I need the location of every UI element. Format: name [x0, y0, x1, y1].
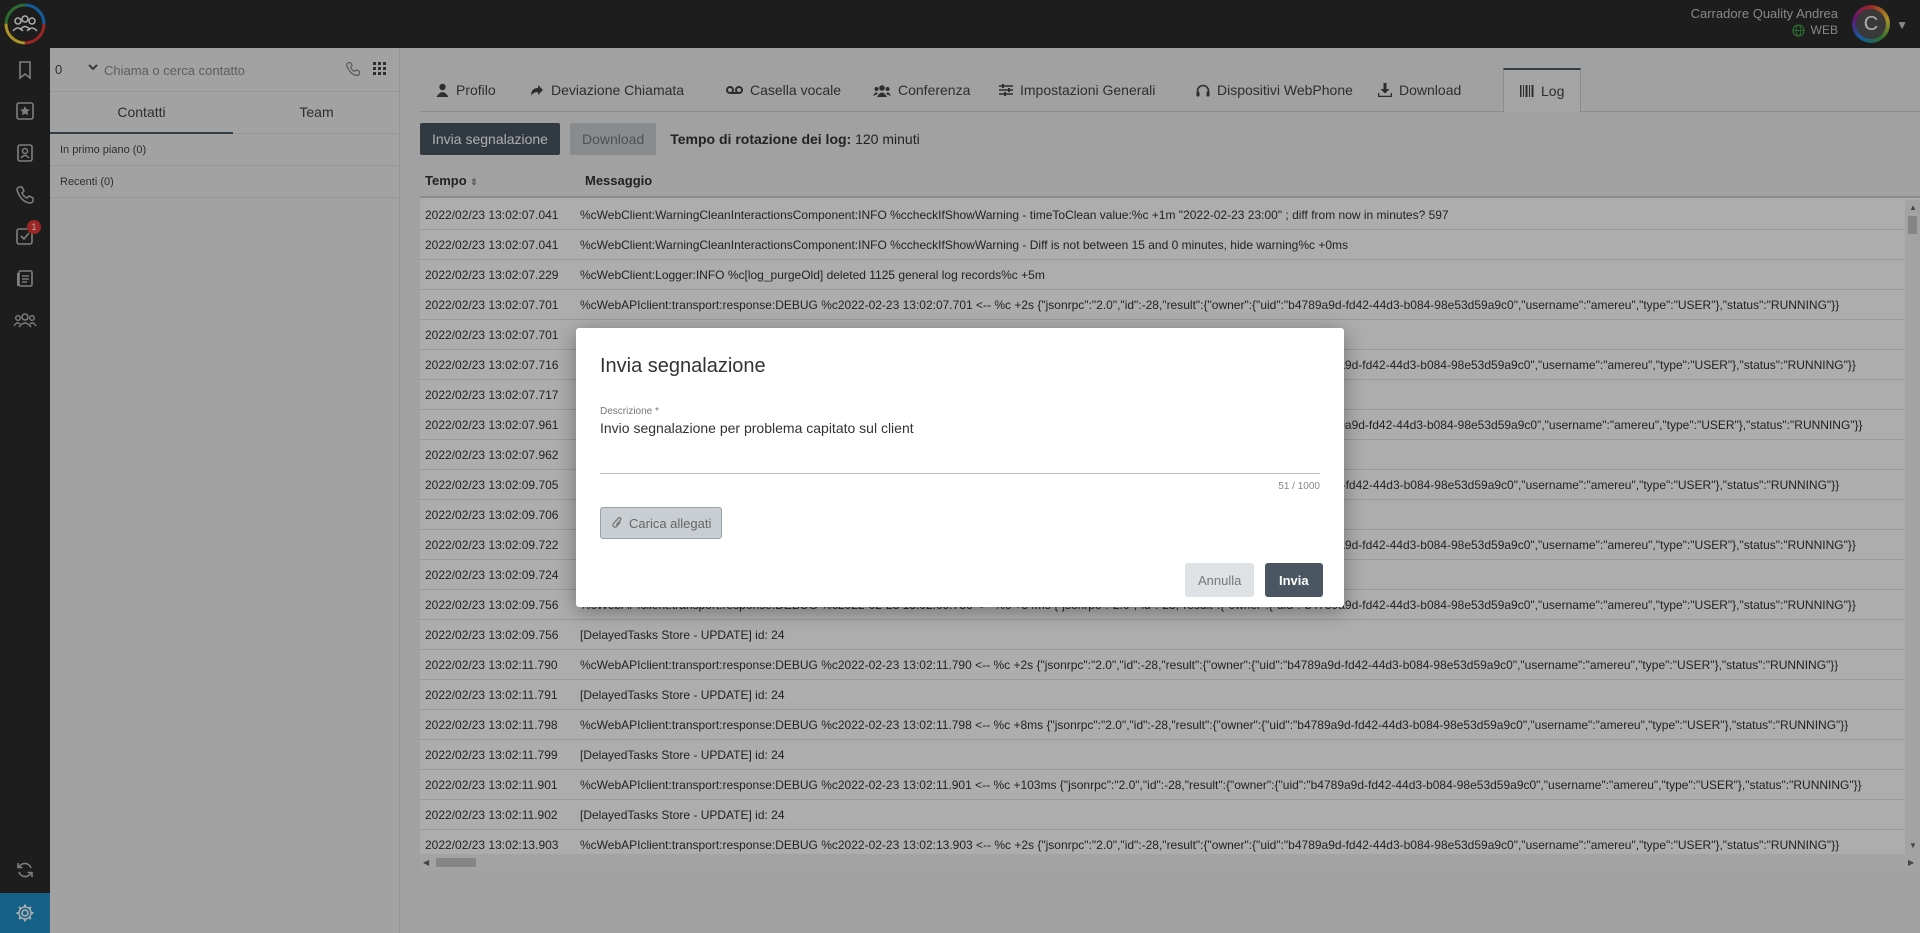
- send-report-dialog: Invia segnalazione Descrizione * 51 / 10…: [576, 328, 1344, 607]
- send-button[interactable]: Invia: [1265, 563, 1323, 597]
- description-label: Descrizione *: [600, 406, 659, 417]
- dialog-title: Invia segnalazione: [600, 355, 766, 377]
- description-field[interactable]: [600, 420, 1320, 436]
- character-counter: 51 / 1000: [1278, 481, 1320, 492]
- upload-attachments-label: Carica allegati: [629, 515, 712, 531]
- upload-attachments-button[interactable]: Carica allegati: [600, 507, 723, 539]
- paperclip-icon: [612, 516, 622, 528]
- cancel-button[interactable]: Annulla: [1185, 563, 1255, 597]
- field-underline: [600, 473, 1320, 474]
